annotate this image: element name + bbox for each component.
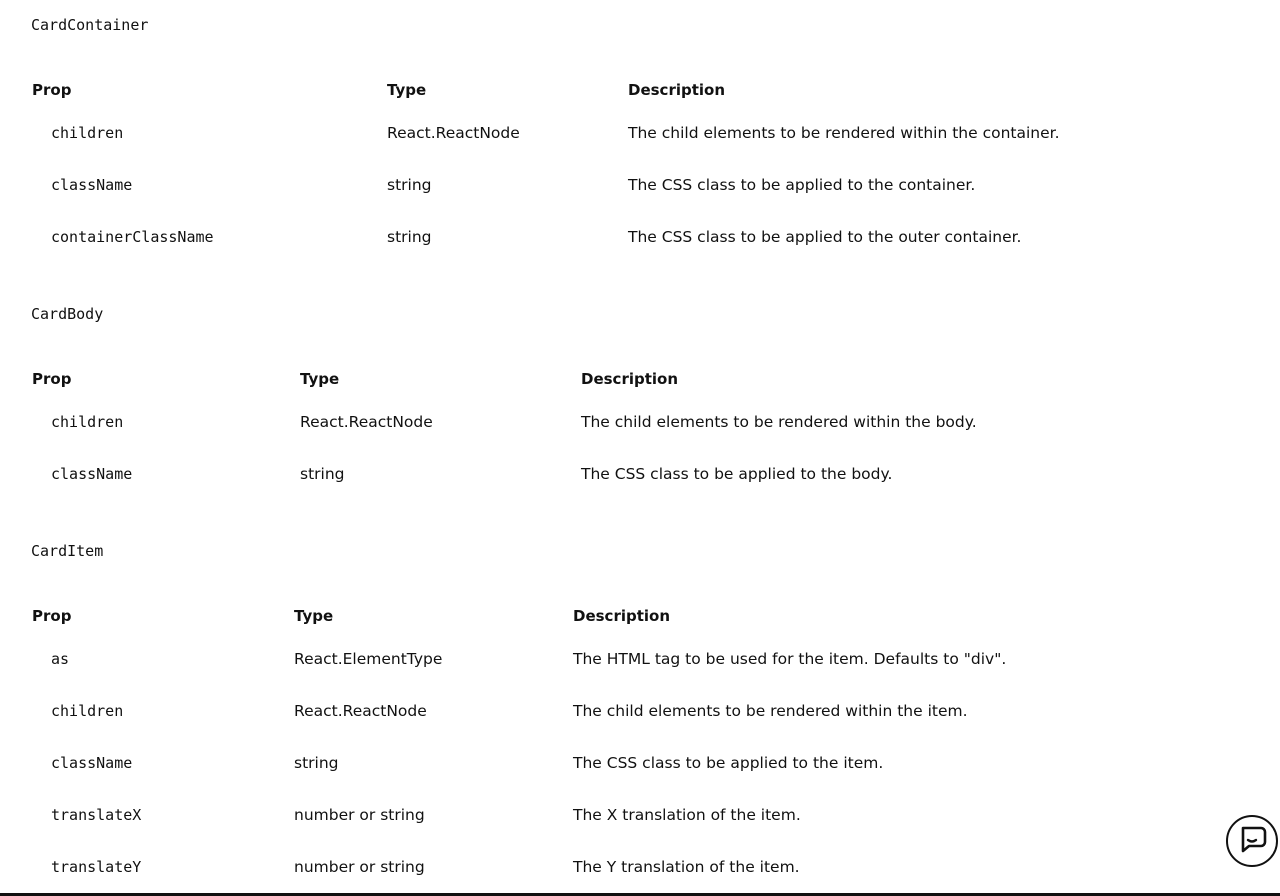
props-table-cardcontainer: Prop Type Description children React.Rea… [32, 73, 1188, 263]
table-header-row: Prop Type Description [32, 362, 1141, 396]
prop-type: number or string [294, 858, 425, 876]
table-row: containerClassName string The CSS class … [32, 211, 1188, 263]
column-header-type: Type [300, 370, 340, 388]
section-title-cardbody: CardBody [31, 305, 104, 323]
table-row: translateX number or string The X transl… [32, 789, 1133, 841]
prop-name: translateX [51, 806, 142, 824]
prop-name: as [51, 650, 70, 668]
table-row: children React.ReactNode The child eleme… [32, 107, 1188, 159]
prop-description: The child elements to be rendered within… [573, 702, 968, 720]
chat-widget-button[interactable] [1226, 815, 1278, 867]
section-title-carditem: CardItem [31, 542, 104, 560]
prop-description: The CSS class to be applied to the outer… [628, 228, 1022, 246]
props-table-cardbody: Prop Type Description children React.Rea… [32, 362, 1141, 500]
table-row: className string The CSS class to be app… [32, 737, 1133, 789]
chat-bubble-icon [1236, 823, 1268, 860]
prop-type: string [300, 465, 345, 483]
prop-description: The Y translation of the item. [573, 858, 800, 876]
prop-description: The CSS class to be applied to the body. [581, 465, 893, 483]
table-header-row: Prop Type Description [32, 599, 1133, 633]
prop-description: The HTML tag to be used for the item. De… [573, 650, 1007, 668]
prop-name: className [51, 754, 133, 772]
column-header-type: Type [387, 81, 427, 99]
prop-name: children [51, 702, 124, 720]
prop-description: The CSS class to be applied to the conta… [628, 176, 976, 194]
prop-type: React.ElementType [294, 650, 443, 668]
prop-name: className [51, 465, 133, 483]
column-header-description: Description [573, 607, 671, 625]
prop-name: children [51, 124, 124, 142]
table-row: className string The CSS class to be app… [32, 448, 1141, 500]
table-row: children React.ReactNode The child eleme… [32, 685, 1133, 737]
prop-description: The X translation of the item. [573, 806, 801, 824]
prop-description: The CSS class to be applied to the item. [573, 754, 884, 772]
prop-description: The child elements to be rendered within… [581, 413, 977, 431]
column-header-prop: Prop [32, 81, 72, 99]
prop-name: containerClassName [51, 228, 214, 246]
column-header-prop: Prop [32, 607, 72, 625]
column-header-description: Description [581, 370, 679, 388]
table-row: as React.ElementType The HTML tag to be … [32, 633, 1133, 685]
section-title-cardcontainer: CardContainer [31, 16, 149, 34]
column-header-type: Type [294, 607, 334, 625]
prop-type: React.ReactNode [387, 124, 520, 142]
prop-type: React.ReactNode [300, 413, 433, 431]
table-row: translateY number or string The Y transl… [32, 841, 1133, 893]
table-row: className string The CSS class to be app… [32, 159, 1188, 211]
props-table-carditem: Prop Type Description as React.ElementTy… [32, 599, 1133, 893]
column-header-description: Description [628, 81, 726, 99]
table-header-row: Prop Type Description [32, 73, 1188, 107]
prop-type: number or string [294, 806, 425, 824]
prop-name: children [51, 413, 124, 431]
table-row: children React.ReactNode The child eleme… [32, 396, 1141, 448]
prop-type: string [294, 754, 339, 772]
prop-type: React.ReactNode [294, 702, 427, 720]
prop-name: translateY [51, 858, 142, 876]
prop-description: The child elements to be rendered within… [628, 124, 1060, 142]
prop-type: string [387, 176, 432, 194]
prop-name: className [51, 176, 133, 194]
column-header-prop: Prop [32, 370, 72, 388]
prop-type: string [387, 228, 432, 246]
